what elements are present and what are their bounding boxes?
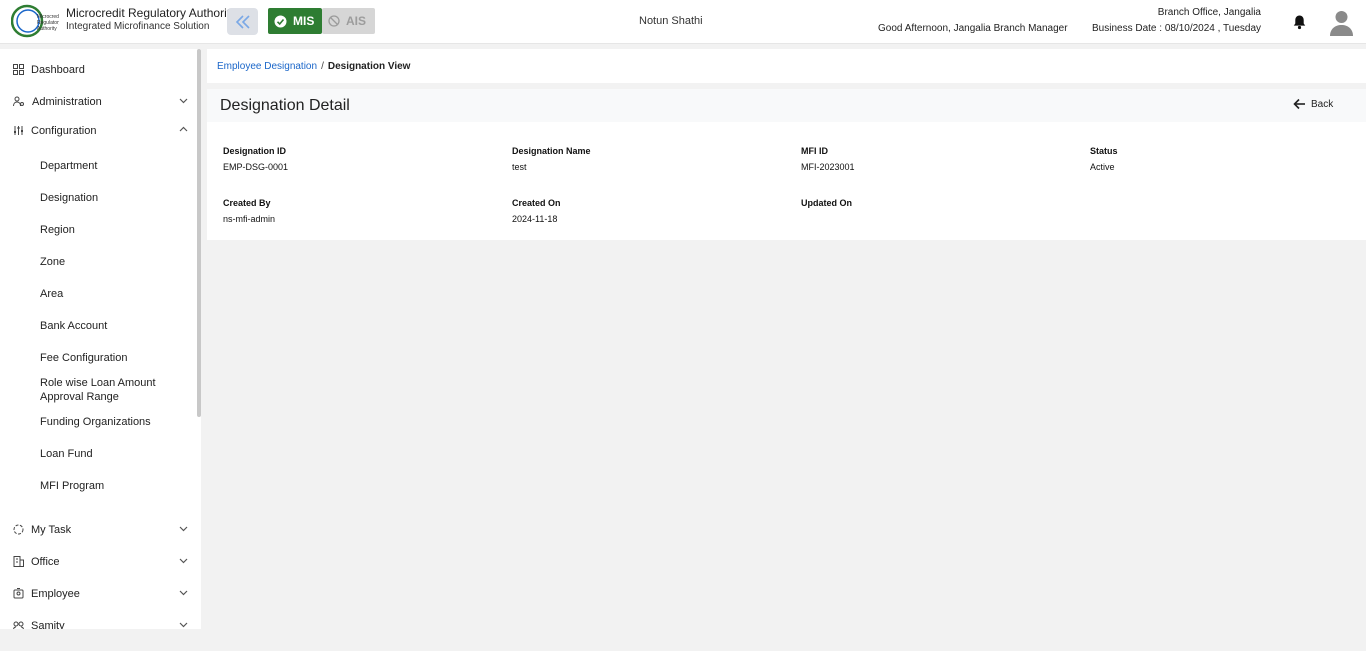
- chevron-down-icon: [179, 98, 188, 104]
- bell-icon[interactable]: [1292, 14, 1307, 30]
- field-label-created-by: Created By: [223, 198, 271, 208]
- field-label-designation-id: Designation ID: [223, 146, 287, 156]
- mra-logo-icon: Microcredit Regulatory Authority: [11, 4, 59, 38]
- grid-icon: [13, 64, 24, 75]
- field-label-created-on: Created On: [512, 198, 561, 208]
- building-icon: [13, 556, 24, 567]
- breadcrumb: Employee Designation / Designation View: [207, 49, 1366, 83]
- field-label-mfi-id: MFI ID: [801, 146, 828, 156]
- breadcrumb-current: Designation View: [327, 60, 411, 72]
- sidebar-item-dashboard[interactable]: Dashboard: [0, 58, 196, 82]
- sidebar-item-administration[interactable]: Administration: [0, 90, 196, 114]
- group-icon: [13, 621, 24, 629]
- sidebar-subitem-department[interactable]: Department: [40, 159, 190, 173]
- field-value-designation-id: EMP-DSG-0001: [223, 162, 289, 172]
- sidebar-subitem-designation[interactable]: Designation: [40, 191, 190, 205]
- field-label-designation-name: Designation Name: [512, 146, 591, 156]
- sidebar-item-label: Configuration: [31, 125, 97, 137]
- org-title: Microcredit Regulatory Authority: [66, 6, 237, 20]
- sidebar-subitem-funding-organizations[interactable]: Funding Organizations: [40, 415, 190, 429]
- sidebar-item-label: Office: [31, 556, 60, 568]
- sidebar-item-label: Dashboard: [31, 64, 85, 76]
- svg-text:Authority: Authority: [37, 26, 57, 32]
- chevron-down-icon: [179, 526, 188, 532]
- check-circle-icon: [274, 15, 287, 27]
- sidebar-scrollbar[interactable]: [197, 49, 201, 417]
- sidebar-item-label: My Task: [31, 524, 72, 536]
- sidebar-subitem-fee-configuration[interactable]: Fee Configuration: [40, 351, 190, 365]
- sidebar-subitem-region[interactable]: Region: [40, 223, 190, 237]
- sidebar-subitem-zone[interactable]: Zone: [40, 255, 190, 269]
- sidebar-collapse-button[interactable]: [227, 8, 258, 35]
- field-label-updated-on: Updated On: [801, 198, 852, 208]
- business-date: Business Date : 08/10/2024 , Tuesday: [1092, 23, 1261, 34]
- sidebar-item-label: Employee: [31, 588, 80, 600]
- chevron-down-icon: [179, 558, 188, 564]
- id-badge-icon: [13, 588, 24, 599]
- field-value-mfi-id: MFI-2023001: [801, 162, 855, 172]
- chevron-down-icon: [179, 622, 188, 628]
- sidebar: Dashboard Administration Configuration D…: [0, 49, 201, 629]
- sidebar-item-configuration[interactable]: Configuration: [0, 119, 196, 143]
- spinner-icon: [13, 524, 24, 535]
- sliders-icon: [14, 126, 23, 135]
- block-icon: [328, 15, 340, 27]
- sidebar-subitem-bank-account[interactable]: Bank Account: [40, 319, 190, 333]
- mis-mode-button[interactable]: MIS: [268, 8, 322, 34]
- org-subtitle: Integrated Microfinance Solution: [66, 21, 210, 32]
- field-value-designation-name: test: [512, 162, 527, 172]
- card-header: Designation Detail Back: [207, 89, 1366, 122]
- sidebar-subitem-loan-fund[interactable]: Loan Fund: [40, 447, 190, 461]
- sidebar-item-office[interactable]: Office: [0, 550, 196, 574]
- chevron-down-icon: [179, 590, 188, 596]
- ais-label: AIS: [346, 14, 367, 28]
- double-chevron-left-icon: [235, 14, 250, 29]
- field-value-status: Active: [1090, 162, 1115, 172]
- top-header: Microcredit Regulatory Authority Microcr…: [0, 0, 1366, 44]
- sidebar-item-employee[interactable]: Employee: [0, 582, 196, 606]
- field-value-created-on: 2024-11-18: [512, 214, 558, 224]
- branch-office: Branch Office, Jangalia: [1157, 7, 1261, 18]
- arrow-left-icon: [1293, 98, 1305, 110]
- back-label: Back: [1311, 98, 1334, 110]
- mis-label: MIS: [293, 14, 315, 28]
- greeting-text: Good Afternoon, Jangalia Branch Manager: [878, 23, 1068, 34]
- field-label-status: Status: [1090, 146, 1118, 156]
- back-button[interactable]: Back: [1293, 98, 1333, 110]
- users-cog-icon: [13, 96, 24, 107]
- sidebar-subitem-mfi-program[interactable]: MFI Program: [40, 479, 190, 493]
- app-name: Notun Shathi: [639, 15, 703, 27]
- chevron-up-icon: [179, 126, 188, 132]
- breadcrumb-separator: /: [321, 60, 324, 72]
- breadcrumb-link-employee-designation[interactable]: Employee Designation: [217, 61, 317, 72]
- user-avatar-icon[interactable]: [1329, 9, 1354, 36]
- sidebar-subitem-area[interactable]: Area: [40, 287, 190, 301]
- page-title: Designation Detail: [220, 97, 350, 114]
- sidebar-subitem-loan-approval-range[interactable]: Role wise Loan Amount Approval Range: [40, 376, 190, 404]
- field-value-created-by: ns-mfi-admin: [223, 214, 276, 224]
- designation-detail-card: Designation Detail Back Designation ID E…: [207, 89, 1366, 240]
- sidebar-item-samity[interactable]: Samity: [0, 614, 196, 629]
- sidebar-item-label: Samity: [31, 620, 65, 629]
- sidebar-item-label: Administration: [32, 96, 102, 108]
- sidebar-item-my-task[interactable]: My Task: [0, 518, 196, 542]
- ais-mode-button[interactable]: AIS: [322, 8, 375, 34]
